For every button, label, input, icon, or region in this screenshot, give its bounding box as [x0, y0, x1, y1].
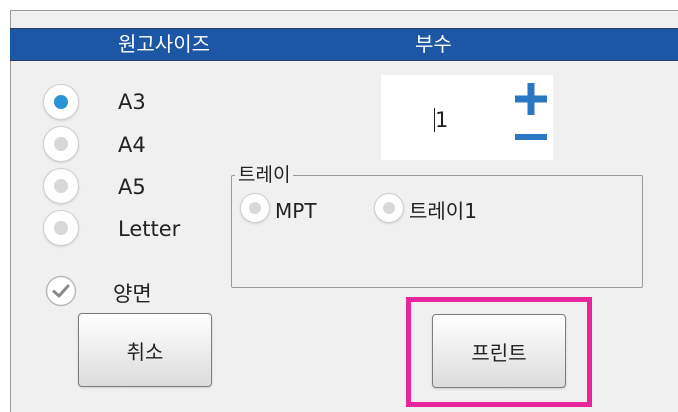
- radio-letter[interactable]: [43, 210, 79, 246]
- radio-dot: [54, 179, 68, 193]
- copies-header: 부수: [415, 32, 452, 56]
- original-size-header: 원고사이즈: [118, 32, 210, 56]
- radio-label-mpt: MPT: [275, 199, 317, 223]
- cancel-button-label: 취소: [126, 339, 164, 364]
- copies-value: 1: [435, 108, 449, 132]
- radio-dot: [249, 202, 261, 214]
- print-button[interactable]: 프린트: [432, 314, 566, 388]
- radio-dot: [54, 95, 68, 109]
- radio-tray-mpt[interactable]: [240, 193, 270, 223]
- minus-icon[interactable]: [514, 126, 548, 146]
- radio-label-a4: A4: [118, 133, 146, 157]
- tray-group-frame: [231, 175, 643, 288]
- cancel-button[interactable]: 취소: [78, 313, 212, 387]
- plus-icon[interactable]: [514, 82, 548, 116]
- radio-label-tray-1: 트레이1: [409, 199, 477, 223]
- radio-a3[interactable]: [43, 84, 79, 120]
- radio-dot: [54, 137, 68, 151]
- radio-label-letter: Letter: [118, 217, 181, 241]
- radio-label-a5: A5: [118, 175, 146, 199]
- radio-tray-1[interactable]: [374, 193, 404, 223]
- print-button-label: 프린트: [471, 340, 527, 365]
- duplex-checkbox[interactable]: [45, 275, 77, 307]
- radio-label-a3: A3: [118, 90, 146, 114]
- duplex-label: 양면: [113, 282, 152, 306]
- radio-dot: [383, 202, 395, 214]
- duplex-checkbox-circle: [45, 275, 77, 307]
- header-bar: [10, 28, 678, 61]
- tray-legend: 트레이: [235, 163, 294, 187]
- plus-icon-horizontal: [515, 95, 547, 103]
- minus-icon-bar: [515, 134, 547, 140]
- radio-a5[interactable]: [43, 168, 79, 204]
- radio-dot: [54, 221, 68, 235]
- radio-a4[interactable]: [43, 126, 79, 162]
